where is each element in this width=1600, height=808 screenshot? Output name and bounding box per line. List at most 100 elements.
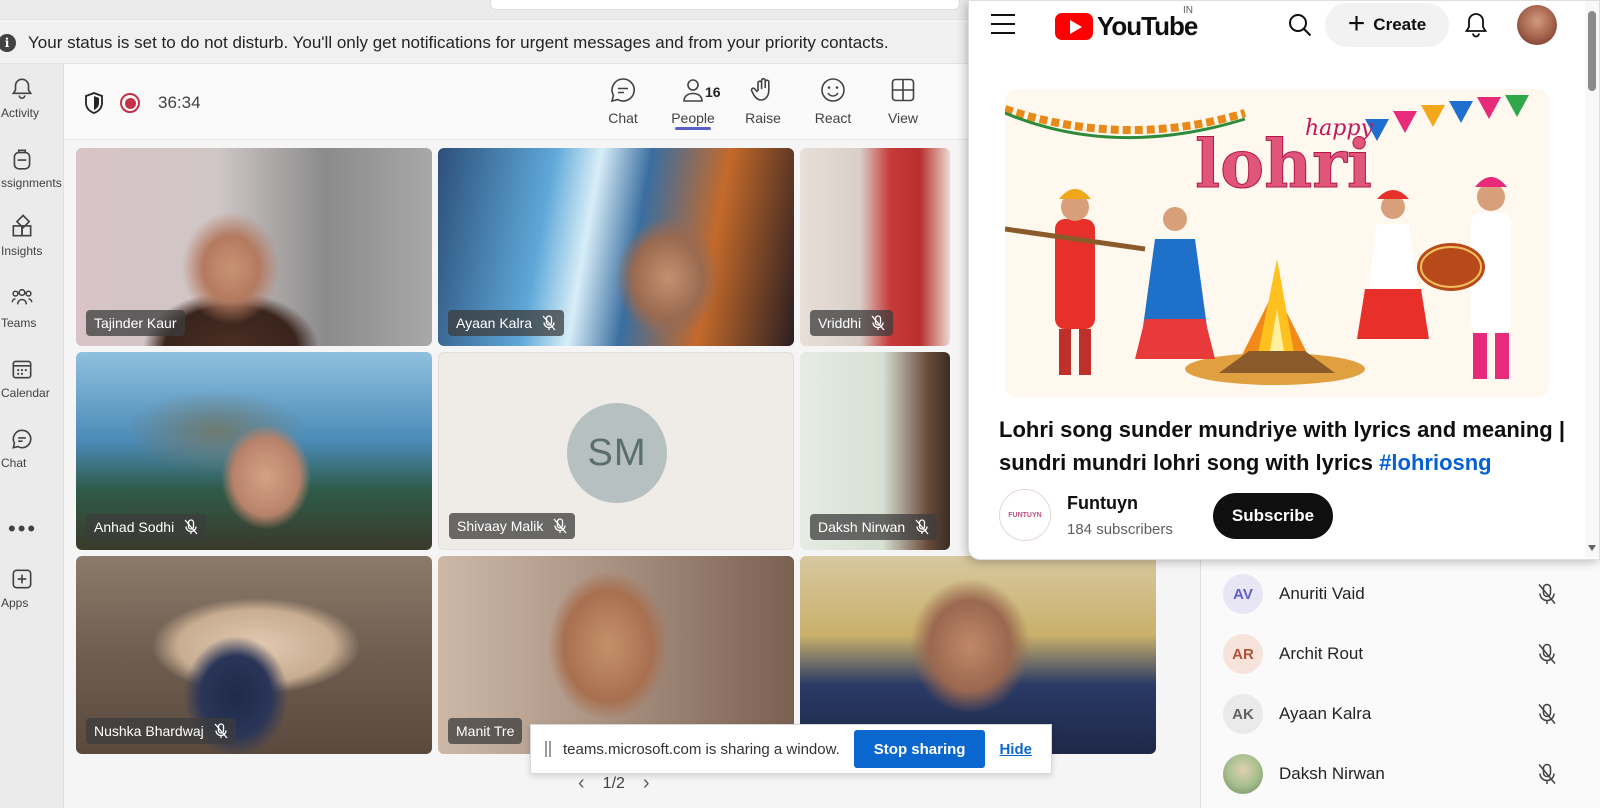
region-code: IN: [1183, 5, 1193, 16]
channel-logo-text: FUNTUYN: [1008, 511, 1042, 519]
hashtag-link[interactable]: #lohriosng: [1379, 450, 1491, 475]
subscriber-count: 184 subscribers: [1067, 521, 1173, 538]
participant-row[interactable]: AK Ayaan Kalra: [1201, 684, 1600, 744]
more-apps-icon[interactable]: •••: [8, 516, 37, 542]
create-label: Create: [1373, 15, 1427, 34]
youtube-play-icon: [1055, 13, 1093, 40]
channel-avatar[interactable]: FUNTUYN: [999, 489, 1051, 541]
thumbnail-lohri-text: lohri: [1195, 125, 1372, 203]
participant-name: Tajinder Kaur: [94, 315, 177, 331]
video-tile[interactable]: Nushka Bhardwaj: [76, 556, 432, 754]
rail-label: Calendar: [1, 386, 50, 400]
mic-off-icon: [214, 723, 228, 739]
person-icon: [683, 79, 703, 102]
video-tile[interactable]: SM Shivaay Malik: [438, 352, 794, 550]
raise-hand-button[interactable]: Raise: [733, 76, 793, 132]
subscribe-button[interactable]: Subscribe: [1213, 493, 1333, 539]
teams-icon: [11, 288, 33, 305]
people-button[interactable]: 16 People: [663, 76, 723, 132]
chat-bubble-icon: [610, 78, 635, 103]
info-icon: i: [0, 33, 16, 52]
grid-pager: ‹ 1/2 ›: [578, 772, 650, 795]
raise-button-label: Raise: [745, 110, 781, 126]
chat-button[interactable]: Chat: [593, 76, 653, 132]
video-title[interactable]: Lohri song sunder mundriye with lyrics a…: [999, 413, 1571, 479]
participant-name: Shivaay Malik: [457, 518, 544, 534]
search-box-stub[interactable]: [490, 0, 960, 10]
participant-name-tag: Tajinder Kaur: [86, 310, 185, 336]
mic-off-icon[interactable]: [1537, 643, 1557, 665]
participant-name-tag: Nushka Bhardwaj: [86, 718, 236, 744]
participant-name: Daksh Nirwan: [818, 519, 906, 535]
video-tile[interactable]: Vriddhi: [800, 148, 950, 346]
mic-off-icon[interactable]: [1537, 763, 1557, 785]
rail-item-activity[interactable]: Activity: [0, 76, 64, 140]
apps-icon: [12, 569, 32, 589]
rail-label: Activity: [1, 106, 40, 120]
account-avatar[interactable]: [1517, 5, 1557, 45]
rail-label: Teams: [1, 316, 37, 330]
video-tile[interactable]: Ayaan Kalra: [438, 148, 794, 346]
youtube-logo[interactable]: YouTube: [1055, 11, 1198, 42]
react-button[interactable]: React: [803, 76, 863, 132]
status-banner-text: Your status is set to do not disturb. Yo…: [28, 32, 889, 52]
mic-off-icon: [871, 315, 885, 331]
grid-view-icon: [891, 78, 915, 102]
rail-label: Insights: [1, 244, 43, 258]
drag-handle-icon[interactable]: [545, 741, 551, 757]
avatar: AR: [1223, 634, 1263, 674]
video-thumbnail[interactable]: happy lohri: [1005, 89, 1549, 397]
participant-name-tag: Manit Tre: [448, 718, 523, 744]
share-message: teams.microsoft.com is sharing a window.: [563, 740, 840, 758]
rail-item-assignments[interactable]: ssignments: [0, 146, 64, 210]
people-button-label: People: [671, 110, 715, 130]
scrollbar[interactable]: [1585, 1, 1599, 557]
participant-name: Vriddhi: [818, 315, 862, 331]
channel-name[interactable]: Funtuyn: [1067, 493, 1138, 514]
view-button[interactable]: View: [873, 76, 933, 132]
mic-off-icon[interactable]: [1537, 703, 1557, 725]
avatar-photo: [1223, 754, 1263, 794]
rail-item-insights[interactable]: Insights: [0, 214, 64, 278]
video-tile[interactable]: Anhad Sodhi: [76, 352, 432, 550]
participant-row[interactable]: Daksh Nirwan: [1201, 744, 1600, 804]
youtube-window: YouTube IN + Create happy lohri Lohri so…: [968, 0, 1600, 560]
video-tile[interactable]: Daksh Nirwan: [800, 352, 950, 550]
rail-label: Apps: [1, 596, 29, 610]
participant-row[interactable]: AR Archit Rout: [1201, 624, 1600, 684]
rail-label: Chat: [1, 456, 27, 470]
participant-name-tag: Vriddhi: [810, 310, 894, 336]
rail-item-apps[interactable]: Apps: [0, 566, 64, 630]
search-icon[interactable]: [1287, 12, 1313, 38]
rail-item-calendar[interactable]: Calendar: [0, 356, 64, 420]
hide-share-bar-link[interactable]: Hide: [999, 741, 1032, 758]
video-tile[interactable]: Tajinder Kaur: [76, 148, 432, 346]
participant-row[interactable]: AV Anuriti Vaid: [1201, 564, 1600, 624]
participant-name-tag: Anhad Sodhi: [86, 514, 207, 540]
avatar: AV: [1223, 574, 1263, 614]
mic-off-icon: [553, 518, 567, 534]
create-button[interactable]: + Create: [1325, 3, 1449, 47]
plus-icon: +: [1347, 6, 1366, 40]
hand-icon: [750, 77, 770, 101]
hamburger-menu-icon[interactable]: [991, 14, 1015, 34]
chevron-left-icon[interactable]: ‹: [578, 772, 585, 795]
chevron-right-icon[interactable]: ›: [643, 772, 650, 795]
participant-name-tag: Ayaan Kalra: [448, 310, 565, 336]
participant-name: Ayaan Kalra: [1279, 704, 1372, 723]
chat-icon: [12, 429, 32, 449]
participant-name: Ayaan Kalra: [456, 315, 533, 331]
participant-name-tag: Shivaay Malik: [449, 513, 576, 539]
participant-name: Archit Rout: [1279, 644, 1364, 663]
smiley-icon: [821, 78, 845, 102]
shield-icon[interactable]: [84, 92, 104, 114]
notifications-bell-icon[interactable]: [1463, 11, 1489, 39]
people-count-badge: 16: [705, 84, 721, 100]
mic-off-icon: [184, 519, 198, 535]
insights-icon: [12, 214, 32, 237]
avatar: SM: [567, 403, 667, 503]
rail-item-chat[interactable]: Chat: [0, 426, 64, 490]
stop-sharing-button[interactable]: Stop sharing: [853, 730, 986, 768]
mic-off-icon[interactable]: [1537, 583, 1557, 605]
rail-item-teams[interactable]: Teams: [0, 286, 64, 350]
